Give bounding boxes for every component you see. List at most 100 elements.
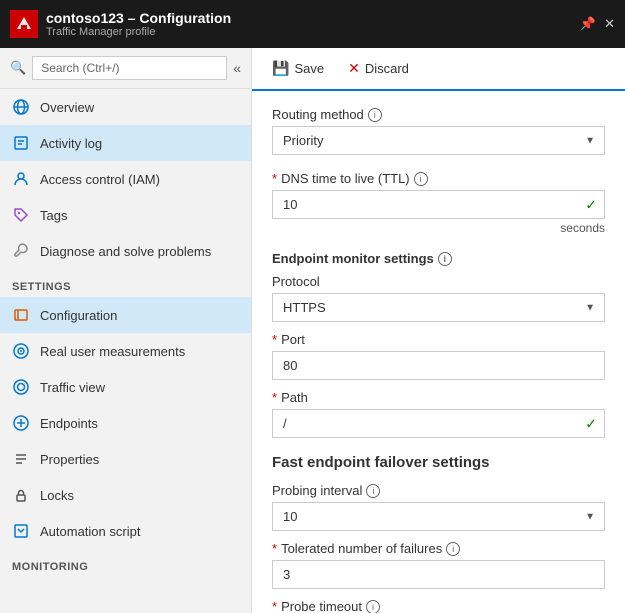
dns-required-star: * <box>272 171 277 186</box>
dns-ttl-check-icon: ✓ <box>585 196 597 213</box>
probe-timeout-info-icon: i <box>366 600 380 613</box>
routing-method-select-wrapper: Priority Weighted Performance Geographic <box>272 126 605 155</box>
sidebar-item-locks-label: Locks <box>40 488 74 503</box>
routing-method-select[interactable]: Priority Weighted Performance Geographic <box>272 126 605 155</box>
routing-method-group: Routing method i Priority Weighted Perfo… <box>272 107 605 155</box>
activity-icon <box>12 134 30 152</box>
dns-ttl-unit: seconds <box>272 221 605 235</box>
sidebar-item-real-user[interactable]: Real user measurements <box>0 333 251 369</box>
sidebar-item-traffic-view[interactable]: Traffic view <box>0 369 251 405</box>
dns-ttl-info-icon: i <box>414 172 428 186</box>
probing-interval-group: Probing interval i 10 30 <box>272 483 605 531</box>
sidebar-item-tags-label: Tags <box>40 208 67 223</box>
dns-ttl-label: * DNS time to live (TTL) i <box>272 171 605 186</box>
script-icon <box>12 522 30 540</box>
path-label: * Path <box>272 390 605 405</box>
probing-interval-select[interactable]: 10 30 <box>272 502 605 531</box>
dns-ttl-group: * DNS time to live (TTL) i ✓ seconds <box>272 171 605 235</box>
endpoints-icon <box>12 414 30 432</box>
sidebar-item-tags[interactable]: Tags <box>0 197 251 233</box>
dns-ttl-input-wrapper: ✓ <box>272 190 605 219</box>
routing-method-label: Routing method i <box>272 107 605 122</box>
properties-icon <box>12 450 30 468</box>
port-group: * Port <box>272 332 605 380</box>
content-area: 💾 Save ✕ Discard Routing method i Priori… <box>252 48 625 613</box>
probing-interval-label: Probing interval i <box>272 483 605 498</box>
sidebar-nav: Overview Activity log Access control (IA… <box>0 89 251 613</box>
traffic-icon <box>12 378 30 396</box>
discard-button[interactable]: ✕ Discard <box>344 58 413 79</box>
probing-interval-select-wrapper: 10 30 <box>272 502 605 531</box>
endpoint-monitor-info-icon: i <box>438 252 452 266</box>
sidebar-item-configuration-label: Configuration <box>40 308 117 323</box>
probe-timeout-group: * Probe timeout i ✓ seconds <box>272 599 605 613</box>
form-body: Routing method i Priority Weighted Perfo… <box>252 91 625 613</box>
search-bar: 🔍 « <box>0 48 251 89</box>
app-icon <box>10 10 38 38</box>
sidebar-item-activity-log[interactable]: Activity log <box>0 125 251 161</box>
search-icon: 🔍 <box>10 60 26 76</box>
sidebar-item-properties-label: Properties <box>40 452 99 467</box>
user-icon <box>12 170 30 188</box>
port-input-wrapper <box>272 351 605 380</box>
fast-endpoint-group: Fast endpoint failover settings Probing … <box>272 454 605 613</box>
search-input[interactable] <box>32 56 227 80</box>
close-button[interactable]: ✕ <box>604 16 615 32</box>
lock-icon <box>12 486 30 504</box>
toolbar: 💾 Save ✕ Discard <box>252 48 625 91</box>
endpoint-monitor-group: Endpoint monitor settings i Protocol HTT… <box>272 251 605 438</box>
dns-ttl-input[interactable] <box>272 190 605 219</box>
probe-timeout-label: * Probe timeout i <box>272 599 605 613</box>
title-bar: contoso123 – Configuration Traffic Manag… <box>0 0 625 48</box>
tolerated-failures-input-wrapper <box>272 560 605 589</box>
probe-required-star: * <box>272 599 277 613</box>
sidebar-item-access-control[interactable]: Access control (IAM) <box>0 161 251 197</box>
sidebar-item-properties[interactable]: Properties <box>0 441 251 477</box>
protocol-select-wrapper: HTTPS HTTP TCP <box>272 293 605 322</box>
tolerated-failures-group: * Tolerated number of failures i <box>272 541 605 589</box>
save-icon: 💾 <box>272 60 289 77</box>
save-button[interactable]: 💾 Save <box>268 58 328 79</box>
discard-icon: ✕ <box>348 60 360 77</box>
wrench-icon <box>12 242 30 260</box>
port-required-star: * <box>272 332 277 347</box>
path-input[interactable] <box>272 409 605 438</box>
window-subtitle: Traffic Manager profile <box>46 26 580 38</box>
pin-button[interactable]: 📌 <box>580 16 596 32</box>
tolerated-required-star: * <box>272 541 277 556</box>
sidebar-item-automation[interactable]: Automation script <box>0 513 251 549</box>
protocol-label: Protocol <box>272 274 605 289</box>
settings-section-label: SETTINGS <box>0 269 251 297</box>
sidebar-item-access-control-label: Access control (IAM) <box>40 172 160 187</box>
sidebar-item-configuration[interactable]: Configuration <box>0 297 251 333</box>
tolerated-failures-label: * Tolerated number of failures i <box>272 541 605 556</box>
sidebar-item-overview-label: Overview <box>40 100 94 115</box>
port-input[interactable] <box>272 351 605 380</box>
tolerated-failures-input[interactable] <box>272 560 605 589</box>
sidebar-item-diagnose[interactable]: Diagnose and solve problems <box>0 233 251 269</box>
rum-icon <box>12 342 30 360</box>
window-controls: 📌 ✕ <box>580 16 615 32</box>
sidebar-item-endpoints[interactable]: Endpoints <box>0 405 251 441</box>
save-label: Save <box>294 61 324 76</box>
path-check-icon: ✓ <box>585 415 597 432</box>
routing-method-info-icon: i <box>368 108 382 122</box>
protocol-group: Protocol HTTPS HTTP TCP <box>272 274 605 322</box>
collapse-button[interactable]: « <box>233 60 241 76</box>
sidebar-item-activity-log-label: Activity log <box>40 136 102 151</box>
path-input-wrapper: ✓ <box>272 409 605 438</box>
discard-label: Discard <box>365 61 409 76</box>
tolerated-failures-info-icon: i <box>446 542 460 556</box>
endpoint-monitor-label: Endpoint monitor settings i <box>272 251 605 266</box>
port-label: * Port <box>272 332 605 347</box>
window-title: contoso123 – Configuration <box>46 10 580 26</box>
sidebar-item-locks[interactable]: Locks <box>0 477 251 513</box>
monitoring-section-label: MONITORING <box>0 549 251 577</box>
probing-interval-info-icon: i <box>366 484 380 498</box>
sidebar-item-automation-label: Automation script <box>40 524 140 539</box>
sidebar-item-endpoints-label: Endpoints <box>40 416 98 431</box>
main-layout: 🔍 « Overview Activity log <box>0 48 625 613</box>
protocol-select[interactable]: HTTPS HTTP TCP <box>272 293 605 322</box>
sidebar-item-diagnose-label: Diagnose and solve problems <box>40 244 211 259</box>
sidebar-item-overview[interactable]: Overview <box>0 89 251 125</box>
